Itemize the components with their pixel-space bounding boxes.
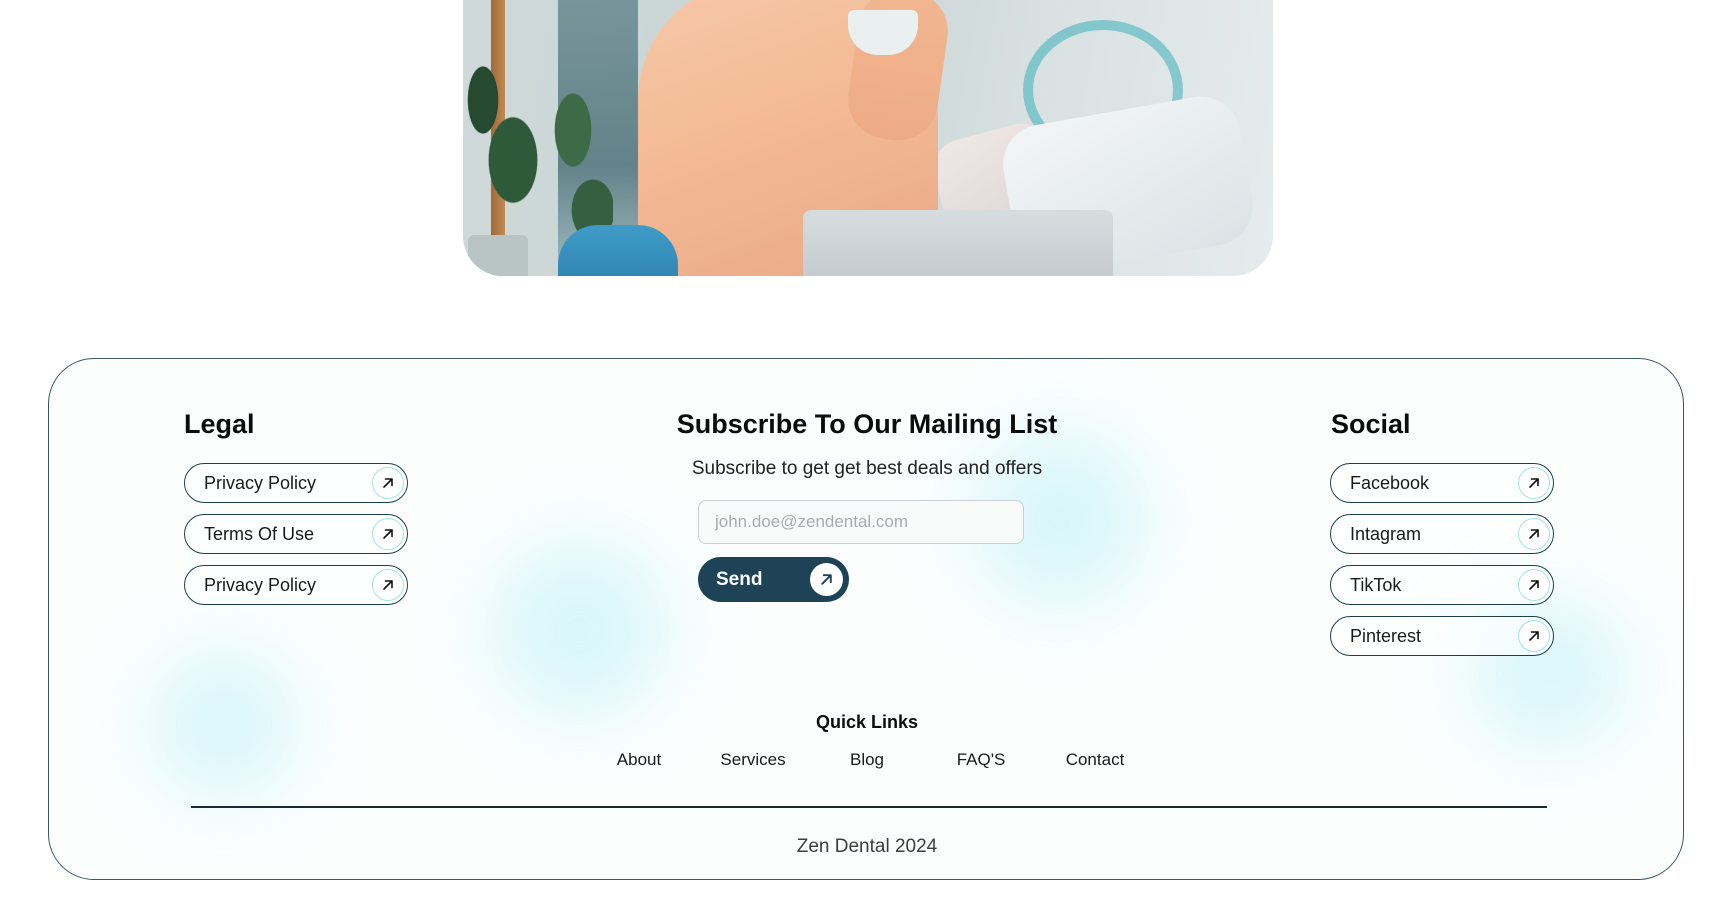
- legal-link-terms-of-use[interactable]: Terms Of Use: [184, 514, 408, 554]
- quick-link-faqs[interactable]: FAQ'S: [921, 750, 1041, 770]
- arrow-up-right-icon: [372, 569, 404, 601]
- quick-links-title: Quick Links: [815, 712, 919, 732]
- page: Legal Privacy Policy Terms Of Use Privac…: [0, 0, 1728, 905]
- social-link-pinterest[interactable]: Pinterest: [1330, 616, 1554, 656]
- legal-link-label: Privacy Policy: [204, 574, 317, 595]
- legal-link-privacy-policy-2[interactable]: Privacy Policy: [184, 565, 408, 605]
- arrow-up-right-icon: [372, 518, 404, 550]
- send-button[interactable]: Send: [698, 557, 849, 602]
- hero-photo: [463, 0, 1273, 276]
- footer-divider: [191, 806, 1547, 808]
- legal-link-label: Terms Of Use: [204, 523, 315, 544]
- arrow-up-right-icon: [1518, 569, 1550, 601]
- social-link-label: Intagram: [1350, 523, 1422, 544]
- subscribe-title: Subscribe To Our Mailing List: [676, 409, 1058, 439]
- social-link-label: Pinterest: [1350, 625, 1422, 646]
- decorative-glow: [489, 539, 669, 719]
- arrow-up-right-icon: [810, 563, 843, 596]
- email-field[interactable]: [698, 500, 1024, 544]
- social-link-instagram[interactable]: Intagram: [1330, 514, 1554, 554]
- social-link-tiktok[interactable]: TikTok: [1330, 565, 1554, 605]
- site-footer: Legal Privacy Policy Terms Of Use Privac…: [48, 358, 1684, 880]
- social-link-facebook[interactable]: Facebook: [1330, 463, 1554, 503]
- social-link-label: TikTok: [1350, 574, 1402, 595]
- copyright-text: Zen Dental 2024: [796, 836, 938, 857]
- quick-link-blog[interactable]: Blog: [807, 750, 927, 770]
- arrow-up-right-icon: [1518, 467, 1550, 499]
- quick-link-services[interactable]: Services: [693, 750, 813, 770]
- photo-jeans: [558, 225, 678, 276]
- social-link-label: Facebook: [1350, 472, 1430, 493]
- send-button-label: Send: [716, 568, 763, 590]
- quick-link-contact[interactable]: Contact: [1035, 750, 1155, 770]
- social-title: Social: [1331, 409, 1411, 439]
- arrow-up-right-icon: [1518, 518, 1550, 550]
- photo-pot: [468, 235, 528, 276]
- photo-laptop: [803, 210, 1113, 276]
- quick-link-about[interactable]: About: [579, 750, 699, 770]
- arrow-up-right-icon: [1518, 620, 1550, 652]
